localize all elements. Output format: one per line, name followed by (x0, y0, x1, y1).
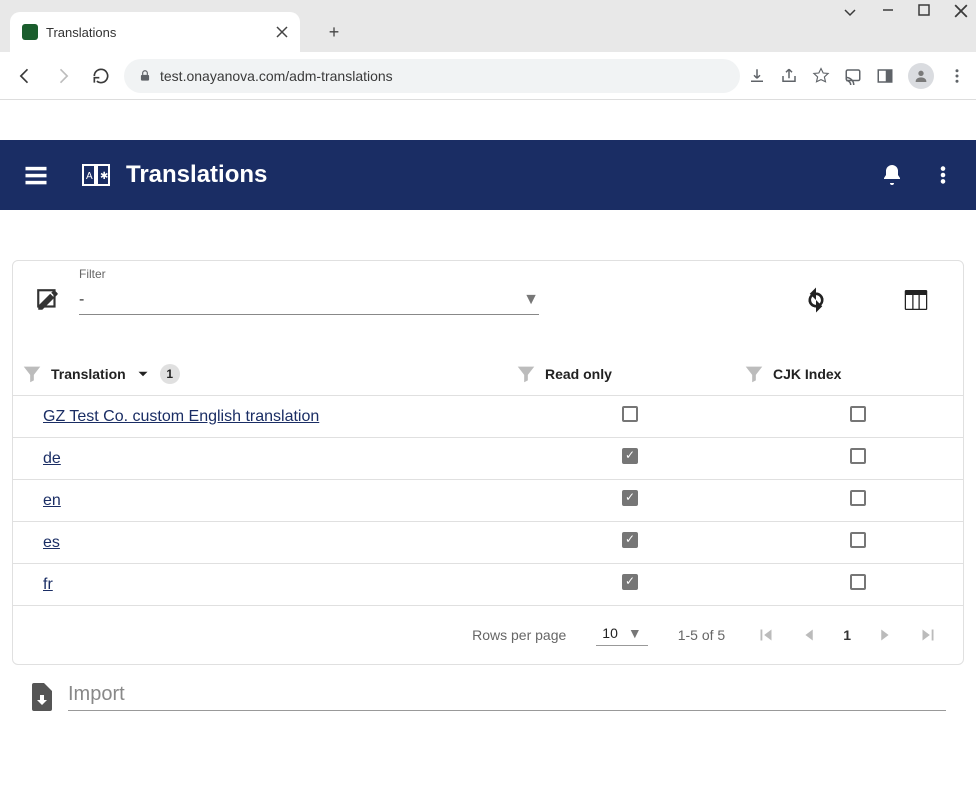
reload-button[interactable] (86, 61, 116, 91)
back-button[interactable] (10, 61, 40, 91)
table-row: fr (13, 564, 963, 606)
app-menu-icon[interactable] (932, 164, 954, 186)
close-tab-icon[interactable] (276, 26, 288, 38)
cjk-index-checkbox[interactable] (850, 406, 866, 422)
translation-link[interactable]: fr (43, 576, 53, 593)
filter-funnel-icon[interactable] (21, 363, 43, 385)
table-row: en (13, 480, 963, 522)
col-header-cjk-index[interactable]: CJK Index (773, 366, 841, 382)
translations-card: Filter - ▼ (12, 260, 964, 665)
import-field[interactable]: Import (68, 683, 946, 711)
rows-per-page-label: Rows per page (472, 627, 566, 643)
tab-title: Translations (46, 25, 276, 40)
upload-icon[interactable] (30, 683, 54, 711)
last-page-button[interactable] (917, 624, 939, 646)
filter-funnel-icon[interactable] (515, 363, 537, 385)
table-row: de (13, 438, 963, 480)
next-page-button[interactable] (873, 624, 895, 646)
filter-value: - (79, 291, 84, 309)
read-only-checkbox[interactable] (622, 406, 638, 422)
rows-per-page-value: 10 (602, 625, 618, 641)
read-only-checkbox[interactable] (622, 448, 638, 464)
table-row: GZ Test Co. custom English translation (13, 396, 963, 438)
svg-text:✱: ✱ (100, 171, 108, 182)
cjk-index-checkbox[interactable] (850, 574, 866, 590)
table-row: es (13, 522, 963, 564)
cjk-index-checkbox[interactable] (850, 448, 866, 464)
first-page-button[interactable] (755, 624, 777, 646)
hamburger-menu-icon[interactable] (22, 161, 50, 189)
profile-avatar[interactable] (908, 63, 934, 89)
minimize-icon[interactable] (882, 4, 894, 20)
maximize-icon[interactable] (918, 4, 930, 20)
forward-button[interactable] (48, 61, 78, 91)
col-header-translation[interactable]: Translation (51, 366, 126, 382)
download-icon[interactable] (748, 63, 766, 89)
address-bar[interactable]: test.onayanova.com/adm-translations (124, 59, 740, 93)
page-title: Translations (126, 161, 852, 189)
filter-label: Filter (79, 267, 106, 281)
caret-down-icon: ▼ (523, 291, 539, 309)
current-page: 1 (843, 627, 851, 643)
translation-link[interactable]: de (43, 450, 61, 467)
new-tab-button[interactable]: + (320, 18, 348, 46)
url-text: test.onayanova.com/adm-translations (160, 68, 393, 84)
panel-icon[interactable] (876, 63, 894, 89)
translation-link[interactable]: GZ Test Co. custom English translation (43, 408, 319, 425)
read-only-checkbox[interactable] (622, 490, 638, 506)
notifications-bell-icon[interactable] (880, 163, 904, 187)
sort-down-icon[interactable] (134, 365, 152, 383)
edit-icon[interactable] (35, 287, 61, 313)
lock-icon (138, 69, 152, 83)
pagination-range: 1-5 of 5 (678, 627, 725, 643)
svg-text:A: A (86, 171, 93, 182)
translations-icon: A✱ (82, 164, 110, 186)
cjk-index-checkbox[interactable] (850, 532, 866, 548)
col-header-read-only[interactable]: Read only (545, 366, 612, 382)
close-window-icon[interactable] (954, 4, 968, 20)
chevron-down-icon[interactable] (842, 4, 858, 20)
read-only-checkbox[interactable] (622, 532, 638, 548)
read-only-checkbox[interactable] (622, 574, 638, 590)
cjk-index-checkbox[interactable] (850, 490, 866, 506)
refresh-button[interactable] (801, 285, 831, 315)
prev-page-button[interactable] (799, 624, 821, 646)
translation-link[interactable]: en (43, 492, 61, 509)
browser-tab[interactable]: Translations (10, 12, 300, 52)
share-icon[interactable] (780, 63, 798, 89)
browser-menu-icon[interactable] (948, 63, 966, 89)
columns-button[interactable] (901, 285, 931, 315)
sort-priority-badge: 1 (160, 364, 180, 384)
rows-per-page-select[interactable]: 10 ▼ (596, 625, 647, 646)
caret-down-icon: ▼ (628, 625, 642, 641)
cast-icon[interactable] (844, 63, 862, 89)
filter-dropdown[interactable]: - ▼ (79, 285, 539, 315)
bookmark-star-icon[interactable] (812, 63, 830, 89)
filter-funnel-icon[interactable] (743, 363, 765, 385)
favicon (22, 24, 38, 40)
translation-link[interactable]: es (43, 534, 60, 551)
